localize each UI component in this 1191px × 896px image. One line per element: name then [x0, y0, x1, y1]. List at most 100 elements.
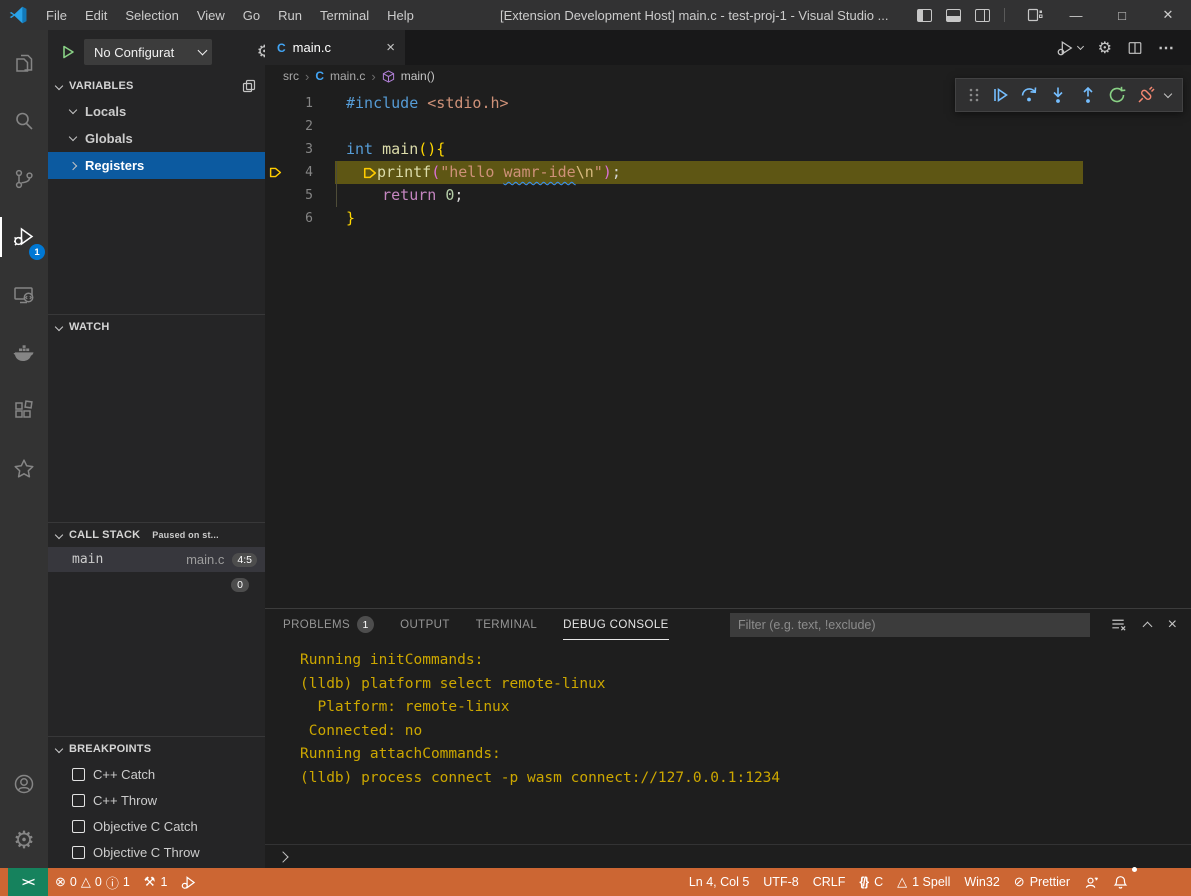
- warnings-count: 0: [95, 875, 102, 889]
- console-prompt-chevron-icon: [277, 851, 288, 862]
- cursor-position[interactable]: Ln 4, Col 5: [682, 868, 756, 896]
- breadcrumb-file[interactable]: main.c: [330, 69, 365, 83]
- menu-edit[interactable]: Edit: [76, 0, 116, 30]
- notifications-bell-icon[interactable]: [1106, 868, 1135, 896]
- accounts-icon[interactable]: [0, 756, 48, 812]
- toggle-secondary-sidebar-icon[interactable]: [975, 9, 990, 22]
- breakpoints-section: BREAKPOINTS C++ CatchC++ ThrowObjective …: [48, 736, 265, 868]
- warning-triangle-icon: △: [897, 874, 907, 890]
- variables-item-globals[interactable]: Globals: [48, 125, 265, 152]
- panel-tab-problems[interactable]: PROBLEMS1: [283, 609, 374, 640]
- code-line-5[interactable]: 5 return 0;: [265, 184, 1191, 207]
- continue-button[interactable]: [990, 85, 1010, 105]
- breakpoints-header[interactable]: BREAKPOINTS: [48, 737, 265, 761]
- breadcrumb-folder[interactable]: src: [283, 69, 299, 83]
- menu-help[interactable]: Help: [378, 0, 423, 30]
- errors-icon: ⊗: [55, 874, 66, 890]
- settings-gear-icon[interactable]: ⚙: [0, 812, 48, 868]
- activity-remote-explorer-icon[interactable]: [0, 266, 48, 324]
- stack-frame-row[interactable]: main main.c 4:5: [48, 547, 265, 572]
- breakpoint-objective-c-catch[interactable]: Objective C Catch: [48, 813, 265, 839]
- step-out-button[interactable]: [1078, 85, 1098, 105]
- breakpoint-checkbox[interactable]: [72, 794, 85, 807]
- chevron-down-icon: [55, 745, 63, 753]
- run-or-debug-button[interactable]: [1056, 39, 1083, 57]
- maximize-button[interactable]: □: [1099, 0, 1145, 30]
- toggle-panel-icon[interactable]: [946, 9, 961, 22]
- menu-run[interactable]: Run: [269, 0, 311, 30]
- activity-source-control-icon[interactable]: [0, 150, 48, 208]
- chevron-down-icon[interactable]: [1164, 89, 1172, 97]
- feedback-person-icon[interactable]: [1077, 868, 1106, 896]
- code-line-2[interactable]: 2: [265, 115, 1191, 138]
- formatter-status[interactable]: ⊘ Prettier: [1007, 868, 1077, 896]
- target-os-status[interactable]: Win32: [957, 868, 1006, 896]
- toggle-sidebar-icon[interactable]: [917, 9, 932, 22]
- console-filter-input[interactable]: [730, 613, 1090, 637]
- activity-extensions-icon[interactable]: [0, 382, 48, 440]
- problems-status[interactable]: ⊗ 0 △ 0 ⓘ 1: [48, 873, 137, 892]
- panel-tab-terminal[interactable]: TERMINAL: [476, 609, 537, 640]
- toolbar-drag-handle[interactable]: [967, 87, 981, 103]
- step-into-button[interactable]: [1048, 85, 1068, 105]
- breakpoint-checkbox[interactable]: [72, 768, 85, 781]
- breakpoint-checkbox[interactable]: [72, 820, 85, 833]
- activity-explorer-icon[interactable]: [0, 34, 48, 92]
- variables-item-registers[interactable]: Registers: [48, 152, 265, 179]
- breadcrumb-symbol[interactable]: main(): [401, 69, 435, 83]
- activity-run-debug-icon[interactable]: 1: [0, 208, 48, 266]
- more-actions-icon[interactable]: ⋯: [1158, 38, 1175, 58]
- editor-settings-gear-icon[interactable]: ⚙: [1098, 38, 1112, 58]
- minimize-button[interactable]: —: [1053, 0, 1099, 30]
- breakpoint-objective-c-throw[interactable]: Objective C Throw: [48, 839, 265, 865]
- remote-indicator[interactable]: ><: [8, 868, 48, 896]
- watch-header[interactable]: WATCH: [48, 315, 265, 339]
- menu-terminal[interactable]: Terminal: [311, 0, 378, 30]
- spell-checker-status[interactable]: △ 1 Spell: [890, 868, 957, 896]
- disconnect-button[interactable]: [1136, 85, 1156, 105]
- language-mode[interactable]: {̸} C: [852, 868, 890, 896]
- tools-status[interactable]: ⚒ 1: [137, 868, 175, 896]
- code-line-4[interactable]: 4printf("hello wamr-ide\n");: [265, 161, 1191, 184]
- customize-layout-icon[interactable]: [1027, 7, 1043, 23]
- restart-button[interactable]: [1107, 85, 1127, 105]
- tab-main-c[interactable]: C main.c ×: [265, 30, 405, 65]
- activity-docker-icon[interactable]: [0, 324, 48, 382]
- copy-value-icon[interactable]: [241, 78, 257, 94]
- encoding-selector[interactable]: UTF-8: [756, 868, 805, 896]
- menu-file[interactable]: File: [37, 0, 76, 30]
- close-button[interactable]: ✕: [1145, 0, 1191, 30]
- breakpoint-checkbox[interactable]: [72, 846, 85, 859]
- breakpoint-c-catch[interactable]: C++ Catch: [48, 761, 265, 787]
- launch-config-gear-icon[interactable]: ⚙: [257, 42, 265, 62]
- start-debug-icon[interactable]: [60, 44, 76, 60]
- debug-config-dropdown[interactable]: No Configurat: [84, 39, 212, 65]
- breakpoint-swift-catch[interactable]: Swift Catch: [48, 865, 265, 868]
- call-stack-header[interactable]: CALL STACK Paused on st...: [48, 523, 265, 547]
- activity-favorites-star-icon[interactable]: [0, 440, 48, 498]
- breakpoint-c-throw[interactable]: C++ Throw: [48, 787, 265, 813]
- step-over-button[interactable]: [1019, 85, 1039, 105]
- panel-tab-output[interactable]: OUTPUT: [400, 609, 450, 640]
- debug-config-label: No Configurat: [94, 45, 174, 60]
- close-panel-icon[interactable]: ×: [1168, 616, 1177, 634]
- panel-tab-debug-console[interactable]: DEBUG CONSOLE: [563, 609, 669, 640]
- debug-console-output[interactable]: Running initCommands:(lldb) platform sel…: [265, 640, 1191, 844]
- clear-console-icon[interactable]: [1110, 616, 1127, 633]
- activity-search-icon[interactable]: [0, 92, 48, 150]
- debug-console-input[interactable]: [265, 844, 1191, 868]
- code-line-3[interactable]: 3int main(){: [265, 138, 1191, 161]
- variables-item-locals[interactable]: Locals: [48, 98, 265, 125]
- maximize-panel-icon[interactable]: [1142, 622, 1152, 632]
- debug-status[interactable]: [174, 868, 203, 896]
- menu-view[interactable]: View: [188, 0, 234, 30]
- code-editor[interactable]: 1#include <stdio.h>23int main(){4printf(…: [265, 87, 1191, 608]
- vscode-window: FileEditSelectionViewGoRunTerminalHelp […: [0, 0, 1191, 896]
- menu-selection[interactable]: Selection: [116, 0, 187, 30]
- split-editor-icon[interactable]: [1127, 40, 1143, 56]
- code-line-6[interactable]: 6}: [265, 207, 1191, 230]
- eol-selector[interactable]: CRLF: [806, 868, 853, 896]
- variables-header[interactable]: VARIABLES: [48, 74, 265, 98]
- tab-close-icon[interactable]: ×: [386, 39, 395, 56]
- menu-go[interactable]: Go: [234, 0, 269, 30]
